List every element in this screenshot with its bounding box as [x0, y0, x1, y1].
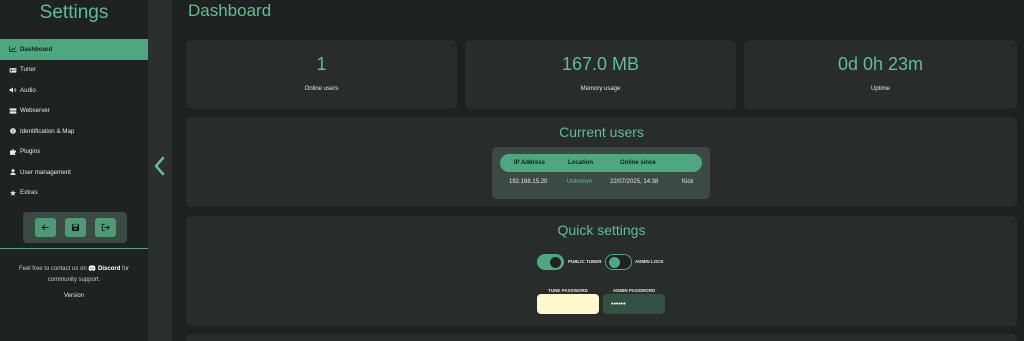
info-circle-icon: [9, 128, 17, 135]
sidebar-divider: [0, 248, 148, 249]
tune-password-label: TUNE PASSWORD: [548, 288, 588, 293]
sidebar-item-audio[interactable]: Audio: [0, 80, 148, 101]
stat-card-online-users: 1 Online users: [186, 40, 457, 109]
sidebar-item-label: Dashboard: [20, 45, 53, 53]
current-users-title: Current users: [559, 124, 644, 140]
sidebar-item-label: Webserver: [20, 107, 50, 115]
users-table: IP Address Location Online since 192.168…: [492, 147, 710, 199]
sidebar-item-label: User management: [20, 168, 71, 176]
quick-settings-card: Quick settings: [186, 216, 1017, 326]
speaker-icon: [9, 87, 17, 93]
sidebar-item-label: Identification & Map: [20, 127, 75, 135]
sidebar-nav: Dashboard Tuner Audio Webserver Identifi…: [0, 39, 148, 203]
puzzle-icon: [9, 148, 17, 155]
stat-card-uptime: 0d 0h 23m Uptime: [744, 40, 1017, 109]
logout-icon: [101, 223, 110, 232]
stat-label: Online users: [304, 86, 339, 92]
sidebar-item-label: Audio: [20, 86, 36, 94]
sidebar: Settings Dashboard Tuner Audio Webserver: [0, 0, 148, 341]
sidebar-item-dashboard[interactable]: Dashboard: [0, 39, 148, 60]
save-button[interactable]: [64, 218, 86, 237]
stat-card-memory-usage: 167.0 MB Memory usage: [465, 40, 736, 109]
users-table-header: IP Address Location Online since: [500, 154, 702, 172]
sidebar-item-plugins[interactable]: Plugins: [0, 142, 148, 163]
sidebar-item-label: Plugins: [20, 148, 41, 156]
quick-settings-title: Quick settings: [557, 222, 646, 238]
discord-link[interactable]: Discord: [98, 266, 120, 272]
column-header-location: Location: [568, 160, 593, 166]
support-prefix: Feel free to contact us on: [18, 266, 87, 272]
next-section-card: [186, 334, 1017, 341]
admin-lock-label: ADMIN LOCK: [635, 259, 664, 264]
column-header-ip: IP Address: [514, 160, 546, 166]
sidebar-item-label: Extras: [20, 189, 38, 197]
toggle-knob: [609, 257, 620, 268]
tune-password-input[interactable]: [537, 294, 599, 314]
user-icon: [9, 169, 17, 176]
stat-value: 0d 0h 23m: [837, 54, 924, 74]
star-icon: [9, 189, 17, 196]
sidebar-item-identification-map[interactable]: Identification & Map: [0, 121, 148, 142]
admin-password-input[interactable]: [603, 294, 665, 314]
user-ip: 192.168.15.20: [509, 179, 548, 185]
sidebar-item-webserver[interactable]: Webserver: [0, 101, 148, 122]
version-label: Version: [63, 293, 84, 299]
stat-value: 167.0 MB: [561, 54, 640, 74]
sidebar-item-label: Tuner: [20, 66, 36, 74]
stat-label: Memory usage: [580, 86, 621, 92]
logout-button[interactable]: [94, 218, 116, 237]
support-text: Feel free to contact us on Discord for c…: [8, 264, 140, 286]
page-title: Dashboard: [188, 1, 272, 20]
admin-lock-toggle[interactable]: [605, 254, 632, 270]
discord-icon: [88, 265, 96, 272]
stat-value: 1: [316, 54, 327, 74]
back-button[interactable]: [34, 218, 56, 237]
chart-line-icon: [9, 46, 17, 53]
user-online-since: 22/07/2025, 14:38: [610, 179, 659, 185]
sidebar-title: Settings: [39, 2, 109, 23]
admin-password-label: ADMIN PASSWORD: [612, 288, 656, 293]
column-header-online-since: Online since: [620, 160, 656, 166]
public-tuner-label: PUBLIC TUNER: [568, 259, 602, 264]
arrow-left-icon: [41, 224, 49, 231]
kick-button[interactable]: Kick: [682, 179, 693, 185]
sidebar-item-extras[interactable]: Extras: [0, 183, 148, 204]
radio-icon: [9, 67, 17, 73]
chevron-left-icon[interactable]: [152, 156, 166, 176]
stat-label: Uptime: [870, 86, 890, 92]
sidebar-actions: [23, 212, 127, 243]
public-tuner-toggle[interactable]: [537, 254, 564, 270]
sidebar-item-tuner[interactable]: Tuner: [0, 60, 148, 81]
sidebar-item-user-management[interactable]: User management: [0, 162, 148, 183]
toggle-knob: [550, 256, 561, 268]
server-icon: [9, 108, 17, 114]
save-icon: [71, 223, 79, 232]
user-location: Unknown: [567, 179, 593, 185]
